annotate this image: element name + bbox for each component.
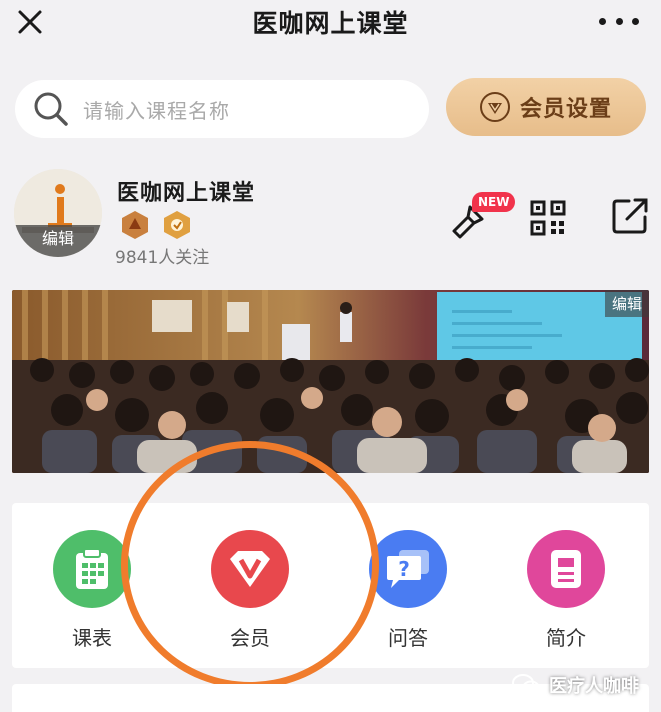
banner-edit-label[interactable]: 编辑	[604, 290, 649, 317]
menu-item-intro[interactable]: 简介	[516, 530, 616, 650]
follower-count: 9841人关注	[115, 248, 210, 268]
menu-item-schedule[interactable]: 课表	[42, 530, 142, 650]
share-icon[interactable]	[611, 197, 649, 235]
menu-item-qa[interactable]: ? 问答	[358, 530, 458, 650]
search-icon	[34, 92, 68, 126]
wechat-icon	[512, 674, 540, 696]
menu-label-vip: 会员	[230, 626, 270, 650]
schedule-icon	[53, 530, 131, 608]
more-icon[interactable]	[599, 14, 639, 28]
svg-text:?: ?	[398, 557, 410, 581]
avatar-edit-label[interactable]: 编辑	[14, 225, 102, 257]
profile-section: 编辑 医咖网上课堂 9841人关注 NEW	[0, 165, 661, 285]
watermark-text: 医疗人咖啡	[549, 676, 639, 697]
title-bar: 医咖网上课堂	[0, 0, 661, 52]
account-name: 医咖网上课堂	[117, 181, 256, 206]
lecture-photo	[12, 290, 649, 473]
menu-label-intro: 简介	[546, 626, 586, 650]
certified-badge-icon	[164, 211, 190, 239]
page-title: 医咖网上课堂	[252, 9, 409, 38]
intro-icon	[527, 530, 605, 608]
menu-card: 课表 会员 ? 问答 简介	[12, 503, 649, 668]
vip-diamond-icon	[479, 92, 510, 122]
badge-row	[120, 210, 192, 240]
banner-image[interactable]: 编辑	[12, 290, 649, 473]
avatar[interactable]: 编辑	[14, 169, 102, 257]
level-badge-icon	[122, 211, 148, 239]
new-badge: NEW	[472, 192, 516, 212]
menu-label-qa: 问答	[388, 626, 428, 650]
search-placeholder: 请输入课程名称	[83, 98, 230, 123]
qa-icon: ?	[369, 530, 447, 608]
search-input[interactable]: 请输入课程名称	[15, 80, 429, 138]
menu-item-vip[interactable]: 会员	[200, 530, 300, 650]
vip-diamond-icon	[211, 530, 289, 608]
vip-settings-label: 会员设置	[519, 97, 612, 122]
watermark: 医疗人咖啡	[511, 672, 639, 698]
qr-code-icon[interactable]	[530, 200, 566, 236]
vip-settings-button[interactable]: 会员设置	[446, 78, 646, 136]
menu-label-schedule: 课表	[72, 626, 112, 650]
